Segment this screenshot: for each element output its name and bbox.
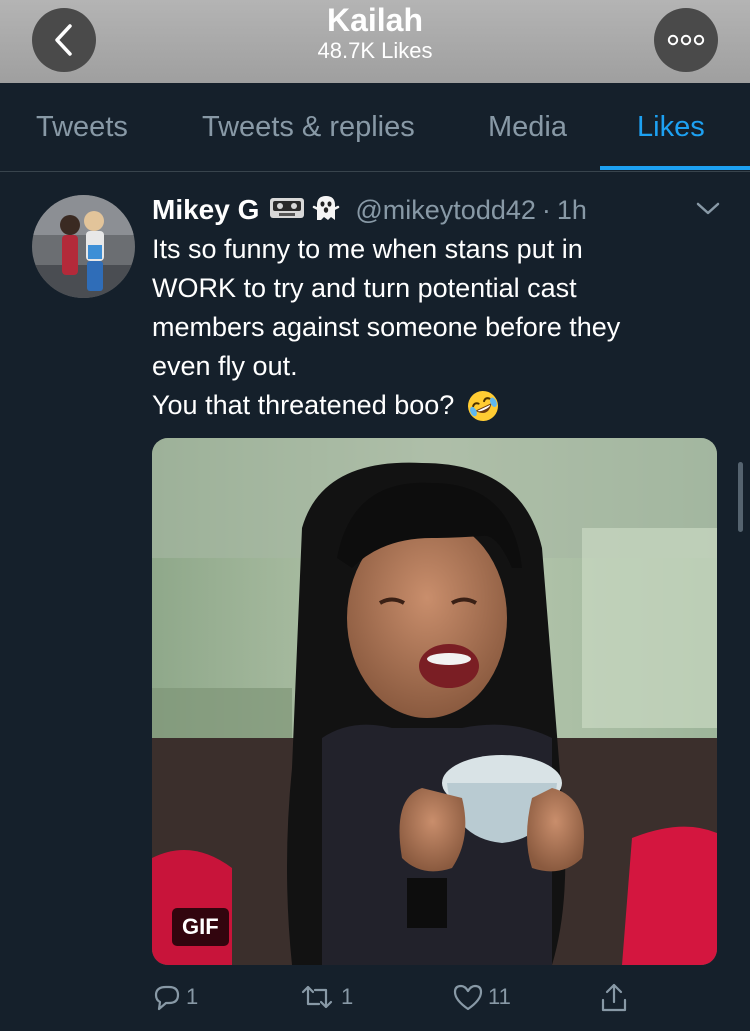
heart-icon <box>453 984 483 1011</box>
tweet-timestamp[interactable]: 1h <box>557 195 587 226</box>
profile-header: Kailah 48.7K Likes <box>0 0 750 83</box>
profile-title: Kailah <box>326 2 424 38</box>
share-button[interactable] <box>598 982 630 1014</box>
gif-badge: GIF <box>172 908 229 946</box>
chevron-down-icon <box>696 202 720 215</box>
reply-count: 1 <box>186 984 199 1009</box>
profile-tabs: Tweets Tweets & replies Media Likes <box>0 83 750 172</box>
reply-button[interactable]: 1 <box>152 982 198 1012</box>
ghost-icon <box>311 193 341 228</box>
videocassette-icon <box>269 196 305 225</box>
more-options-button[interactable] <box>654 8 718 72</box>
tweet-text-line: even fly out. <box>152 351 298 381</box>
author-handle[interactable]: @mikeytodd42 <box>355 195 536 226</box>
retweet-button[interactable]: 1 <box>297 982 353 1012</box>
tweet-actions: 1 1 11 <box>152 982 712 1018</box>
likes-count: 48.7K Likes <box>317 38 433 63</box>
avatar[interactable] <box>32 195 135 298</box>
scrollbar[interactable] <box>738 462 743 532</box>
like-count: 11 <box>488 984 511 1009</box>
tweet-text-line: WORK to try and turn potential cast <box>152 273 577 303</box>
tweet-gif-media[interactable]: GIF <box>152 438 717 965</box>
tweet-header: Mikey G @mikeytodd42 · 1h <box>152 192 587 228</box>
share-icon <box>601 983 627 1012</box>
retweet-icon <box>301 985 333 1009</box>
tweet-menu-button[interactable] <box>694 196 722 220</box>
tab-tweets[interactable]: Tweets <box>36 111 128 144</box>
separator-dot: · <box>541 194 551 225</box>
more-dots-icon <box>667 34 705 46</box>
author-name[interactable]: Mikey G <box>152 194 259 226</box>
tweet-text-line: You that threatened boo? <box>152 390 455 420</box>
active-tab-indicator <box>600 166 750 170</box>
retweet-count: 1 <box>341 984 354 1009</box>
like-button[interactable]: 11 <box>452 982 511 1012</box>
tab-tweets-replies[interactable]: Tweets & replies <box>202 111 415 144</box>
tab-likes[interactable]: Likes <box>637 111 705 144</box>
tab-media[interactable]: Media <box>488 111 567 144</box>
tweet-text-line: members against someone before they <box>152 312 621 342</box>
reply-icon <box>154 985 180 1011</box>
tweet-body: Its so funny to me when stans put in WOR… <box>152 230 712 425</box>
rofl-emoji-icon <box>466 389 500 423</box>
tweet-text-line: Its so funny to me when stans put in <box>152 234 583 264</box>
